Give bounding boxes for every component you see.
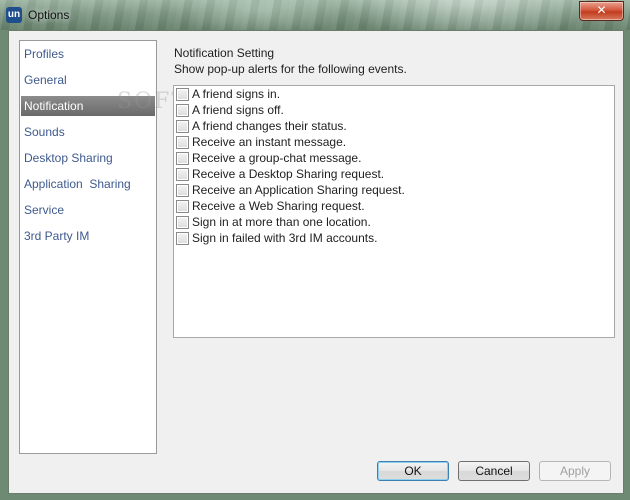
un-logo-icon: un: [6, 7, 22, 23]
nav-item-general[interactable]: General: [21, 70, 155, 90]
event-label: Receive a Desktop Sharing request.: [192, 167, 385, 181]
checkbox[interactable]: [176, 167, 189, 181]
nav-item-sounds[interactable]: Sounds: [21, 122, 155, 142]
checkbox[interactable]: [176, 199, 189, 213]
section-title: Notification Setting: [174, 46, 275, 60]
checkbox[interactable]: [176, 183, 189, 197]
close-button[interactable]: ✕: [579, 1, 624, 21]
event-friend-signs-in[interactable]: A friend signs in.: [176, 86, 280, 102]
event-web-sharing-request[interactable]: Receive a Web Sharing request.: [176, 198, 365, 214]
event-instant-message[interactable]: Receive an instant message.: [176, 134, 346, 150]
category-list: Profiles General Notification Sounds Des…: [19, 40, 157, 454]
checkbox[interactable]: [176, 215, 189, 229]
event-label: Receive an Application Sharing request.: [192, 183, 405, 197]
checkbox[interactable]: [176, 151, 189, 165]
event-label: Receive an instant message.: [192, 135, 347, 149]
event-application-sharing-request[interactable]: Receive an Application Sharing request.: [176, 182, 405, 198]
event-checkbox-list: A friend signs in. A friend signs off. A…: [173, 85, 615, 338]
nav-item-desktop-sharing[interactable]: Desktop Sharing: [21, 148, 155, 168]
ok-button[interactable]: OK: [377, 461, 449, 481]
nav-item-profiles[interactable]: Profiles: [21, 44, 155, 64]
apply-button[interactable]: Apply: [539, 461, 611, 481]
event-friend-status-change[interactable]: A friend changes their status.: [176, 118, 347, 134]
event-label: A friend changes their status.: [192, 119, 347, 133]
event-label: Sign in failed with 3rd IM accounts.: [192, 231, 378, 245]
event-group-chat-message[interactable]: Receive a group-chat message.: [176, 150, 361, 166]
event-desktop-sharing-request[interactable]: Receive a Desktop Sharing request.: [176, 166, 384, 182]
title-bar[interactable]: un Options ✕: [0, 0, 630, 30]
nav-item-service[interactable]: Service: [21, 200, 155, 220]
nav-item-3rd-party-im[interactable]: 3rd Party IM: [21, 226, 155, 246]
nav-item-notification[interactable]: Notification: [21, 96, 155, 116]
checkbox[interactable]: [176, 119, 189, 133]
nav-item-application-sharing[interactable]: Application Sharing: [21, 174, 155, 194]
checkbox[interactable]: [176, 135, 189, 149]
section-subtitle: Show pop-up alerts for the following eve…: [174, 62, 407, 76]
event-friend-signs-off[interactable]: A friend signs off.: [176, 102, 284, 118]
event-label: A friend signs in.: [192, 87, 281, 101]
event-3rd-im-signin-failed[interactable]: Sign in failed with 3rd IM accounts.: [176, 230, 377, 246]
event-label: A friend signs off.: [192, 103, 284, 117]
cancel-button[interactable]: Cancel: [458, 461, 530, 481]
checkbox[interactable]: [176, 231, 189, 245]
event-label: Receive a Web Sharing request.: [192, 199, 365, 213]
event-multiple-location-signin[interactable]: Sign in at more than one location.: [176, 214, 371, 230]
options-dialog: Profiles General Notification Sounds Des…: [8, 30, 624, 494]
event-label: Sign in at more than one location.: [192, 215, 371, 229]
checkbox[interactable]: [176, 87, 189, 101]
event-label: Receive a group-chat message.: [192, 151, 362, 165]
checkbox[interactable]: [176, 103, 189, 117]
window-title: Options: [28, 8, 70, 22]
